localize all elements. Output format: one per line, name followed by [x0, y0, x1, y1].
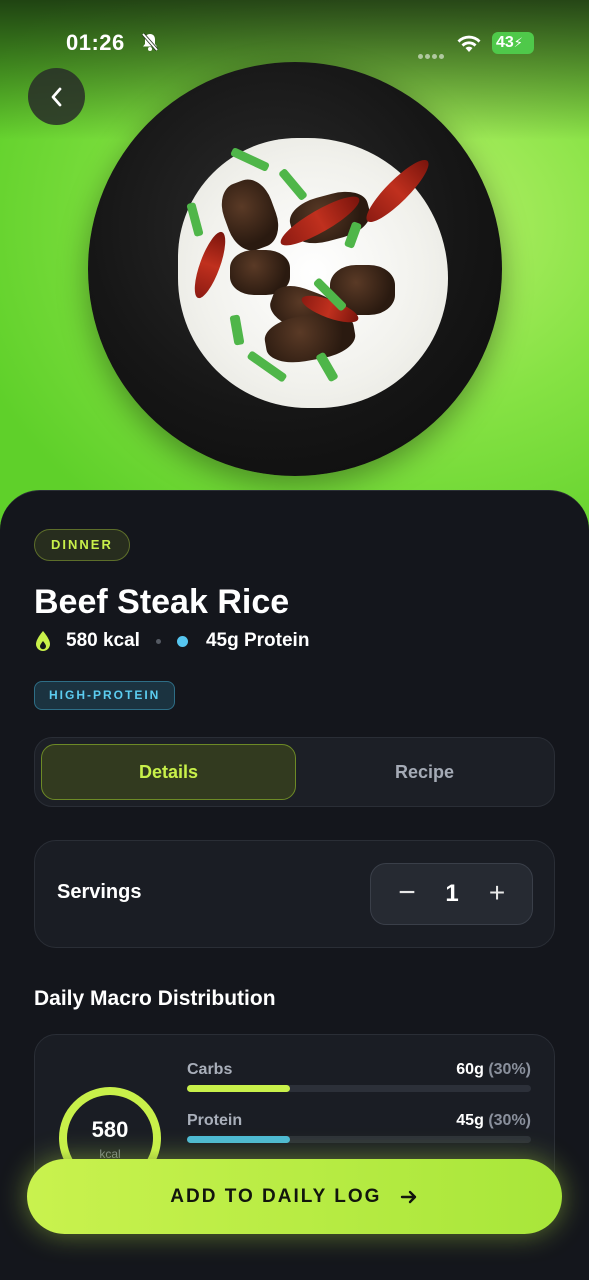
battery-level: 43	[496, 34, 514, 51]
separator-dot	[155, 638, 161, 644]
status-time: 01:26	[66, 30, 125, 55]
meal-category-badge: DINNER	[34, 529, 130, 561]
macro-section-title: Daily Macro Distribution	[34, 987, 276, 1010]
servings-count: 1	[445, 880, 459, 907]
protein-progress-fill	[187, 1136, 291, 1143]
macro-name: Protein	[187, 1112, 243, 1129]
increase-servings-button[interactable]: +	[483, 878, 511, 910]
chevron-left-icon	[51, 87, 61, 106]
macro-progress-track	[187, 1085, 531, 1092]
macro-amount: 60g (30%)	[456, 1061, 531, 1078]
calories-value: 580 kcal	[66, 630, 140, 651]
protein-dot-icon	[176, 635, 188, 647]
macro-amount: 45g (30%)	[456, 1112, 531, 1129]
high-protein-tag: HIGH-PROTEIN	[34, 681, 176, 710]
macro-name: Carbs	[187, 1061, 233, 1078]
cellular-dots-icon	[418, 46, 448, 59]
protein-value: 45g Protein	[205, 630, 310, 651]
bell-slash-icon	[141, 32, 159, 52]
calorie-flame-icon	[36, 631, 50, 651]
add-to-daily-log-button[interactable]: ADD TO DAILY LOG	[27, 1159, 562, 1234]
macro-progress-track	[187, 1136, 531, 1143]
wifi-icon	[457, 35, 481, 52]
detail-tabs: Details Recipe	[34, 737, 555, 807]
servings-label: Servings	[57, 881, 142, 903]
ring-calories-value: 580	[91, 1117, 129, 1142]
tab-recipe[interactable]: Recipe	[297, 744, 552, 800]
meal-title: Beef Steak Rice	[34, 583, 290, 621]
back-button[interactable]	[28, 68, 85, 125]
cta-label: ADD TO DAILY LOG	[170, 1186, 382, 1207]
carbs-progress-fill	[187, 1085, 291, 1092]
meal-summary: 580 kcal 45g Protein	[34, 629, 309, 653]
status-bar: 01:26 43⚡	[0, 0, 589, 88]
battery-charging-icon: 43⚡	[492, 32, 534, 54]
servings-card: Servings − 1 +	[34, 840, 555, 948]
arrow-right-icon	[400, 1190, 416, 1204]
decrease-servings-button[interactable]: −	[393, 878, 421, 910]
tab-details[interactable]: Details	[41, 744, 296, 800]
servings-stepper: − 1 +	[370, 863, 533, 925]
